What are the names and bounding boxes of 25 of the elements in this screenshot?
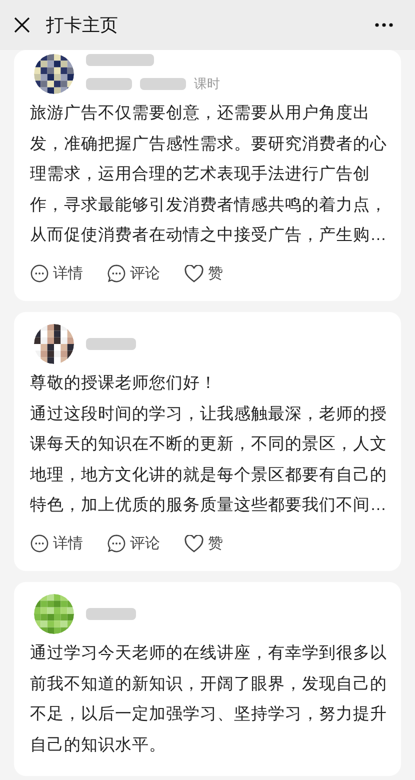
comment-icon — [107, 264, 126, 284]
blurred-text — [86, 54, 154, 66]
detail-button[interactable]: 详情 — [30, 262, 83, 285]
more-icon[interactable] — [375, 23, 393, 27]
post-text: 旅游广告不仅需要创意，还需要从用户角度出发，准确把握广告感性需求。要研究消费者的心理需求，运用合理的艺术表现手法进行广告创作，寻求最能够引发消费者情感共鸣的着力点，从而促使消费者在动情之中接受广告，产生购… — [30, 103, 388, 246]
comment-button[interactable]: 评论 — [107, 532, 160, 555]
more-circle-icon — [30, 534, 49, 554]
post-text: 通过学习今天老师的在线讲座，有幸学到很多以前我不知道的新知识，开阔了眼界，发现自己的不足，以后一定加强学习、坚持学习，努力提升自己的知识水平。 — [30, 643, 388, 756]
lesson-label: 课时 — [194, 75, 220, 94]
post-text: 通过这段时间的学习，让我感触最深，老师的授课每天的知识在不断的更新，不同的景区，人文地理，地方文化讲的就是每个景区都要有自己的特色，加上优质的服务质量这些都要我们不间… — [30, 404, 388, 516]
blurred-text — [86, 338, 136, 350]
post-text: 尊敬的授课老师您们好！ — [30, 373, 218, 394]
like-button[interactable]: 赞 — [184, 262, 223, 285]
comment-button[interactable]: 评论 — [107, 262, 160, 285]
close-icon[interactable] — [14, 17, 30, 33]
blurred-text — [86, 608, 136, 620]
page-title: 打卡主页 — [46, 14, 118, 36]
blurred-text — [86, 78, 132, 90]
blurred-text — [140, 78, 186, 90]
detail-button[interactable]: 详情 — [30, 532, 83, 555]
heart-icon — [184, 264, 204, 283]
comment-icon — [107, 534, 126, 554]
like-button[interactable]: 赞 — [184, 532, 223, 555]
heart-icon — [184, 534, 204, 553]
more-circle-icon — [30, 264, 49, 284]
